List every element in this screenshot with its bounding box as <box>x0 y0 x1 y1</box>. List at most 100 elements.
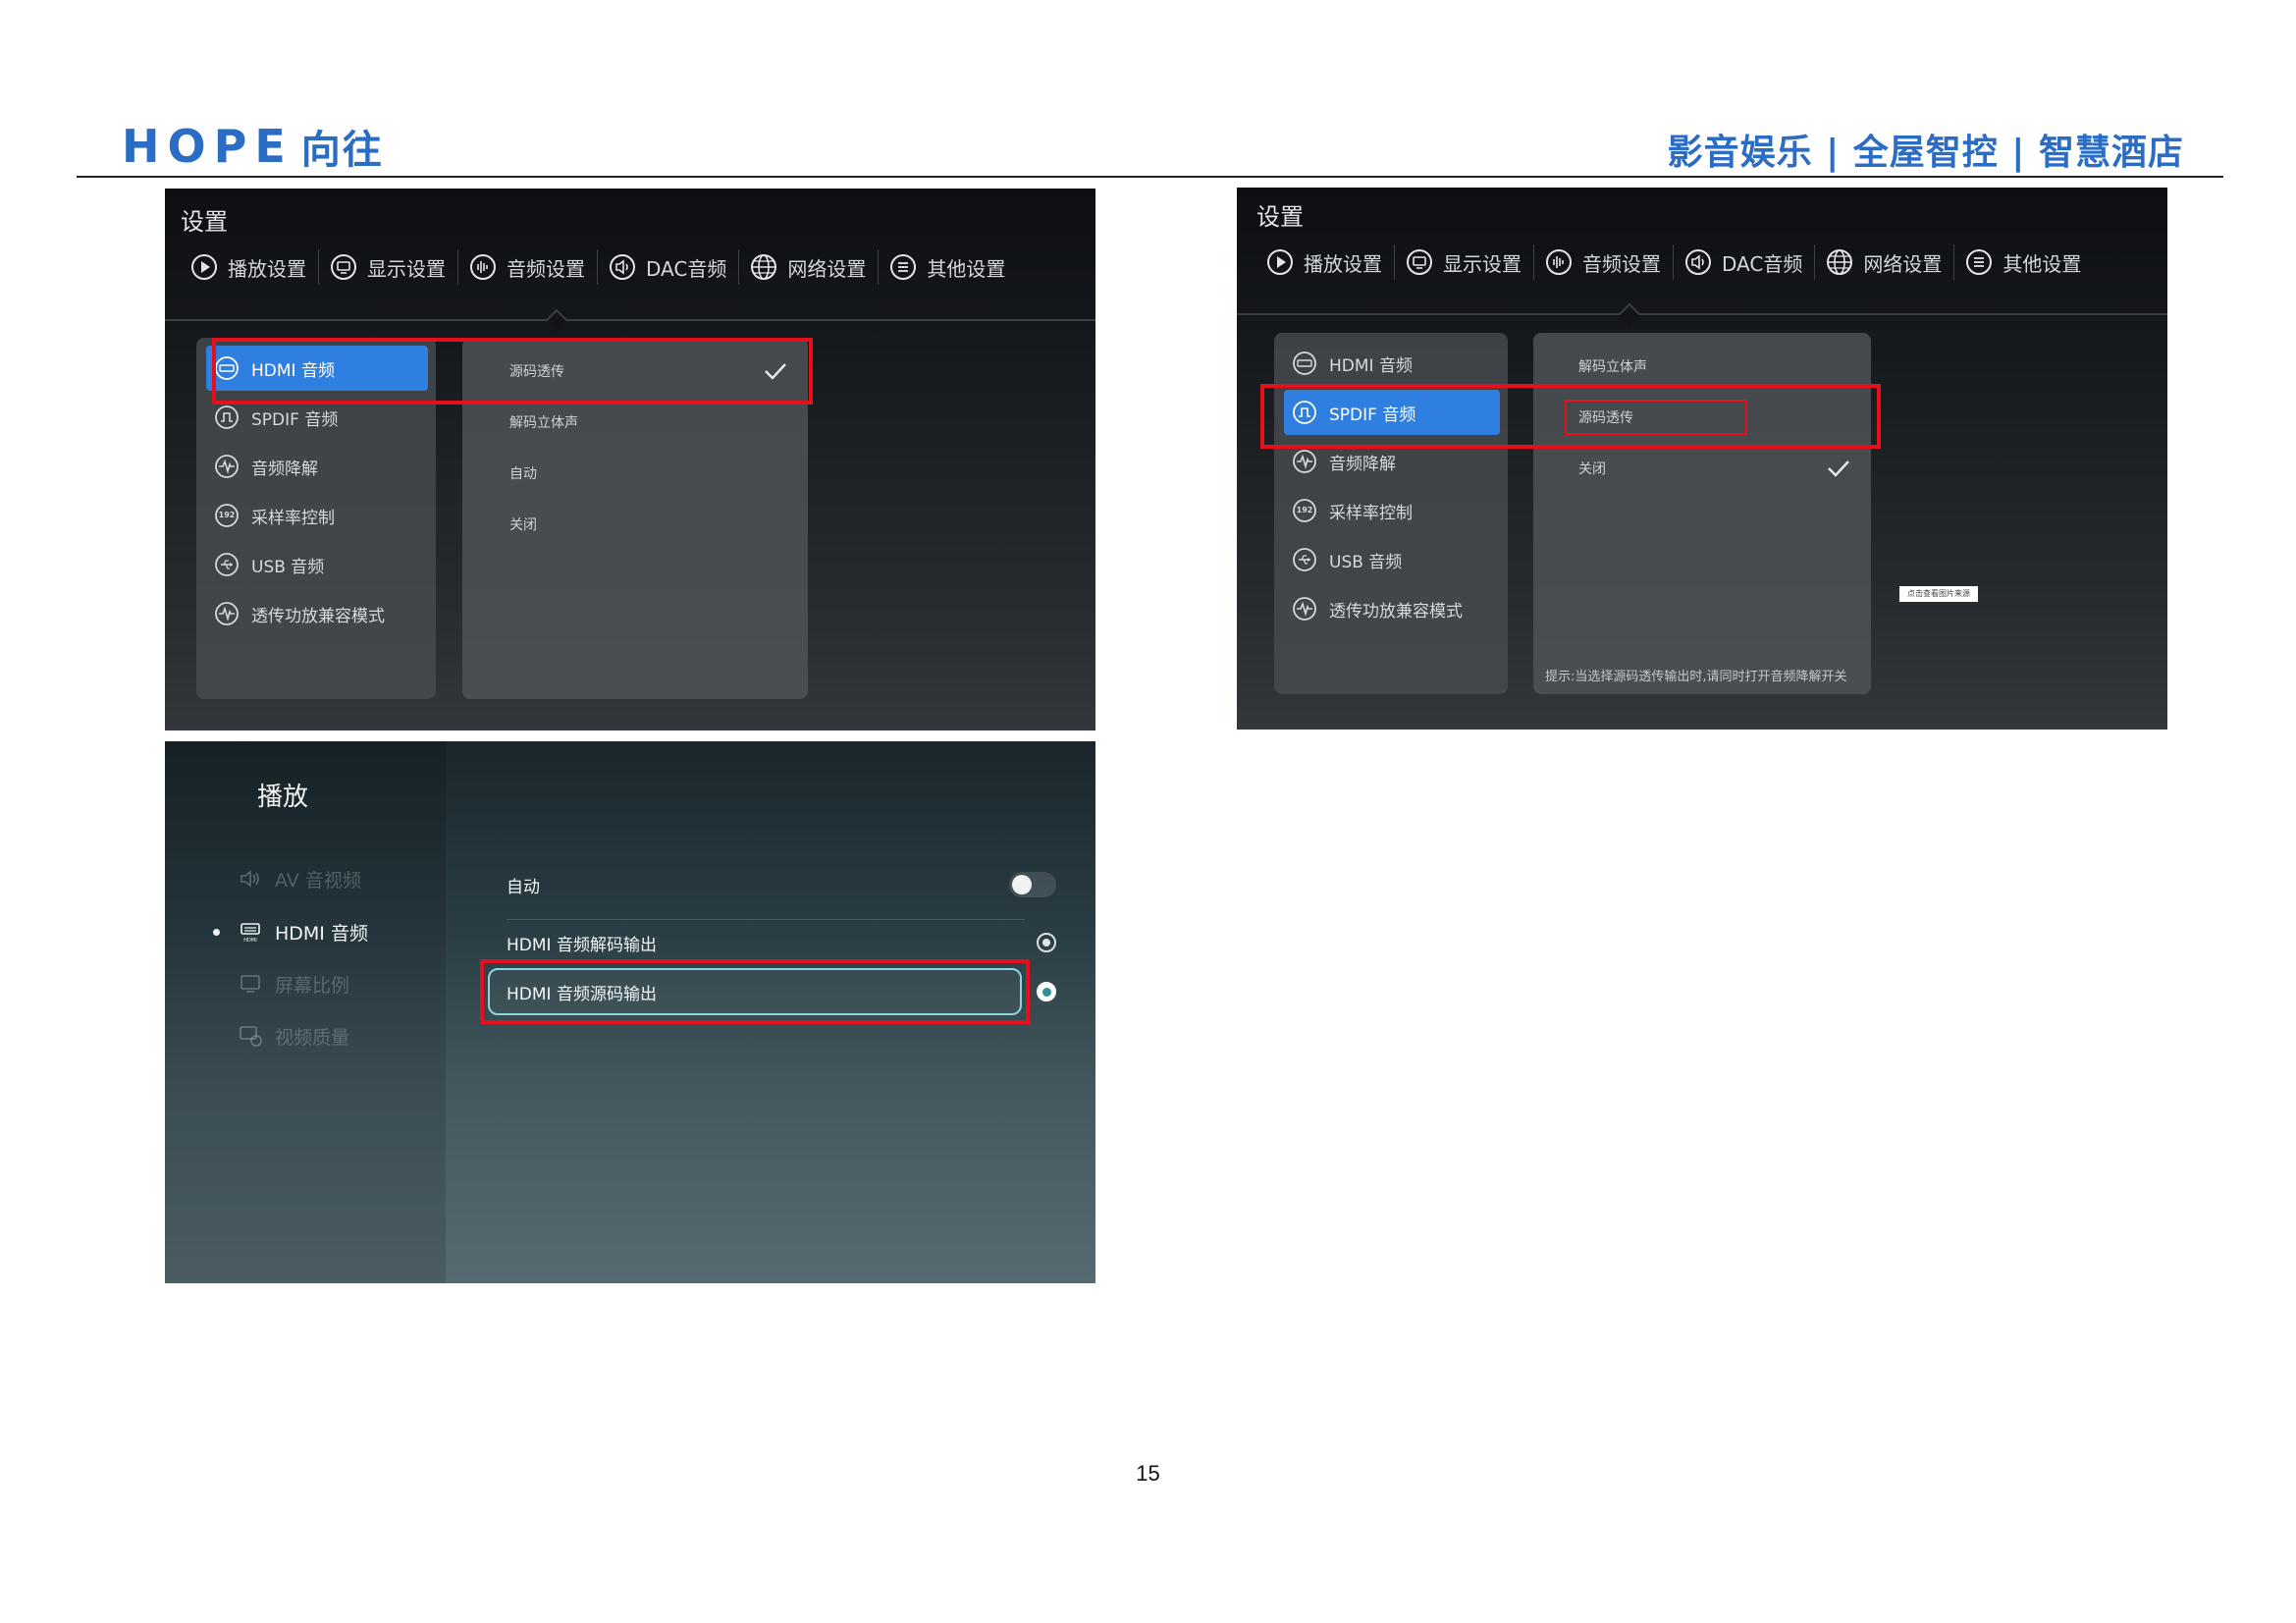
monitor-icon <box>331 254 356 280</box>
tab-other-settings[interactable]: 其他设置 <box>878 247 1017 287</box>
tab-other-settings[interactable]: 其他设置 <box>1953 243 2093 282</box>
tab-label: 播放设置 <box>1304 251 1382 276</box>
tab-label: 音频设置 <box>507 256 585 281</box>
menu-item-label: 透传功放兼容模式 <box>251 606 385 626</box>
play-circle-icon <box>1267 249 1293 275</box>
page-number: 15 <box>1136 1461 1160 1486</box>
menu-item-sample-rate[interactable]: 192 采样率控制 <box>206 493 428 538</box>
menu-item-label: USB 音频 <box>1329 552 1403 572</box>
option-label: 自动 <box>509 466 537 482</box>
monitor-icon <box>1407 249 1432 275</box>
waveform-icon <box>1293 597 1316 621</box>
sidebar-item-hdmi-audio[interactable]: HDMI HDMI 音频 <box>238 915 368 948</box>
audio-wave-icon <box>1546 249 1572 275</box>
sample-rate-192-icon: 192 <box>215 504 239 527</box>
tab-network-settings[interactable]: 网络设置 <box>1814 243 1953 282</box>
menu-item-sample-rate[interactable]: 192 采样率控制 <box>1284 488 1500 533</box>
menu-item-usb-audio[interactable]: USB 音频 <box>1284 537 1500 582</box>
radio-dot <box>1042 939 1050 947</box>
highlight-box-hdmi-passthrough <box>212 338 813 405</box>
playback-title: 播放 <box>257 783 309 812</box>
sidebar-item-label: AV 音视频 <box>275 869 361 892</box>
waveform-icon <box>215 602 239 625</box>
sidebar-item-screen-ratio[interactable]: 屏幕比例 <box>238 967 349 1001</box>
header-slogan: 影音娱乐 | 全屋智控 | 智慧酒店 <box>1667 133 2184 173</box>
tab-label: DAC音频 <box>1722 251 1803 276</box>
menu-item-hdmi-audio[interactable]: HDMI 音频 <box>1284 341 1500 386</box>
usb-icon <box>215 553 239 576</box>
tab-network-settings[interactable]: 网络设置 <box>738 247 878 287</box>
option-off[interactable]: 关闭 <box>1578 447 1851 490</box>
screenshot-spdif-audio-settings: 设置 播放设置 显示设置 音频设置 DAC音频 网络设置 其他设置 HDMI 音… <box>1237 188 2167 730</box>
setting-row-auto[interactable]: 自动 <box>507 865 1056 904</box>
waveform-icon <box>1293 450 1316 473</box>
option-decode-stereo[interactable]: 解码立体声 <box>509 401 788 444</box>
settings-title: 设置 <box>1256 203 1304 231</box>
screenshot-hdmi-audio-settings: 设置 播放设置 显示设置 音频设置 DAC音频 网络设置 其他设置 HDMI 音… <box>165 189 1095 730</box>
tab-audio-settings[interactable]: 音频设置 <box>1533 243 1673 282</box>
svg-text:HDMI: HDMI <box>243 938 256 944</box>
logo-latin-text: HOPE <box>122 120 294 173</box>
svg-text:192: 192 <box>219 511 236 519</box>
current-item-bullet <box>213 929 220 936</box>
tab-playback-settings[interactable]: 播放设置 <box>179 247 318 287</box>
tab-playback-settings[interactable]: 播放设置 <box>1255 243 1394 282</box>
checkmark-icon <box>1828 460 1849 477</box>
menu-item-label: HDMI 音频 <box>1329 355 1413 376</box>
tab-dac-audio[interactable]: DAC音频 <box>597 247 738 287</box>
menu-item-label: 采样率控制 <box>1329 503 1413 523</box>
option-auto[interactable]: 自动 <box>509 452 788 495</box>
tab-display-settings[interactable]: 显示设置 <box>1394 243 1533 282</box>
nav-selection-caret <box>545 308 568 332</box>
video-quality-icon <box>240 1026 262 1047</box>
sidebar-item-label: 视频质量 <box>275 1026 350 1049</box>
menu-item-label: SPDIF 音频 <box>251 409 339 430</box>
option-decode-stereo[interactable]: 解码立体声 <box>1578 345 1851 388</box>
globe-icon <box>1827 249 1853 275</box>
tab-label: 网络设置 <box>1863 251 1943 276</box>
settings-top-nav: 播放设置 显示设置 音频设置 DAC音频 网络设置 其他设置 <box>1255 243 2093 282</box>
radio-dot <box>1041 987 1051 997</box>
tab-label: 其他设置 <box>2002 251 2082 276</box>
settings-top-nav: 播放设置 显示设置 音频设置 DAC音频 网络设置 其他设置 <box>179 247 1017 287</box>
logo-chinese-text: 向往 <box>300 128 384 173</box>
play-circle-icon <box>191 254 217 280</box>
tab-label: 网络设置 <box>787 256 867 281</box>
nav-divider <box>165 319 1095 321</box>
sidebar-item-video-quality[interactable]: 视频质量 <box>238 1019 349 1053</box>
spdif-icon <box>215 406 239 429</box>
setting-row-hdmi-decode-output[interactable]: HDMI 音频解码输出 <box>507 923 1056 962</box>
menu-item-passthrough-compat[interactable]: 透传功放兼容模式 <box>1284 586 1500 631</box>
radio-button-selected[interactable] <box>1037 982 1056 1001</box>
menu-item-audio-downgrade[interactable]: 音频降解 <box>206 444 428 489</box>
usb-icon <box>1293 548 1316 571</box>
tab-label: 显示设置 <box>1443 251 1522 276</box>
menu-item-usb-audio[interactable]: USB 音频 <box>206 542 428 587</box>
passthrough-hint-text: 提示:当选择源码透传输出时,请同时打开音频降解开关 <box>1545 670 1847 684</box>
image-source-tag[interactable]: 点击查看图片来源 <box>1899 586 1978 602</box>
setting-divider <box>507 919 1025 920</box>
highlight-box-source-passthrough <box>1565 400 1747 435</box>
nav-divider <box>1237 313 2167 315</box>
setting-label: 自动 <box>507 877 540 897</box>
radio-button[interactable] <box>1037 933 1056 952</box>
option-off[interactable]: 关闭 <box>509 503 788 546</box>
tab-dac-audio[interactable]: DAC音频 <box>1673 243 1814 282</box>
hdmi-icon <box>1293 352 1316 375</box>
waveform-icon <box>215 455 239 478</box>
speaker-icon <box>240 870 259 888</box>
highlight-box-hdmi-source-output <box>480 959 1030 1024</box>
sidebar-item-av[interactable]: AV 音视频 <box>238 862 361 895</box>
auto-toggle-switch[interactable] <box>1009 872 1056 897</box>
tab-label: DAC音频 <box>646 256 727 281</box>
option-label: 关闭 <box>509 517 537 533</box>
svg-text:192: 192 <box>1297 506 1313 514</box>
menu-item-passthrough-compat[interactable]: 透传功放兼容模式 <box>206 591 428 636</box>
menu-item-label: USB 音频 <box>251 557 325 577</box>
menu-item-label: 透传功放兼容模式 <box>1329 601 1463 622</box>
tab-label: 其他设置 <box>927 256 1006 281</box>
audio-wave-icon <box>470 254 496 280</box>
tab-audio-settings[interactable]: 音频设置 <box>457 247 597 287</box>
menu-lines-icon <box>1966 249 1993 275</box>
tab-display-settings[interactable]: 显示设置 <box>318 247 457 287</box>
